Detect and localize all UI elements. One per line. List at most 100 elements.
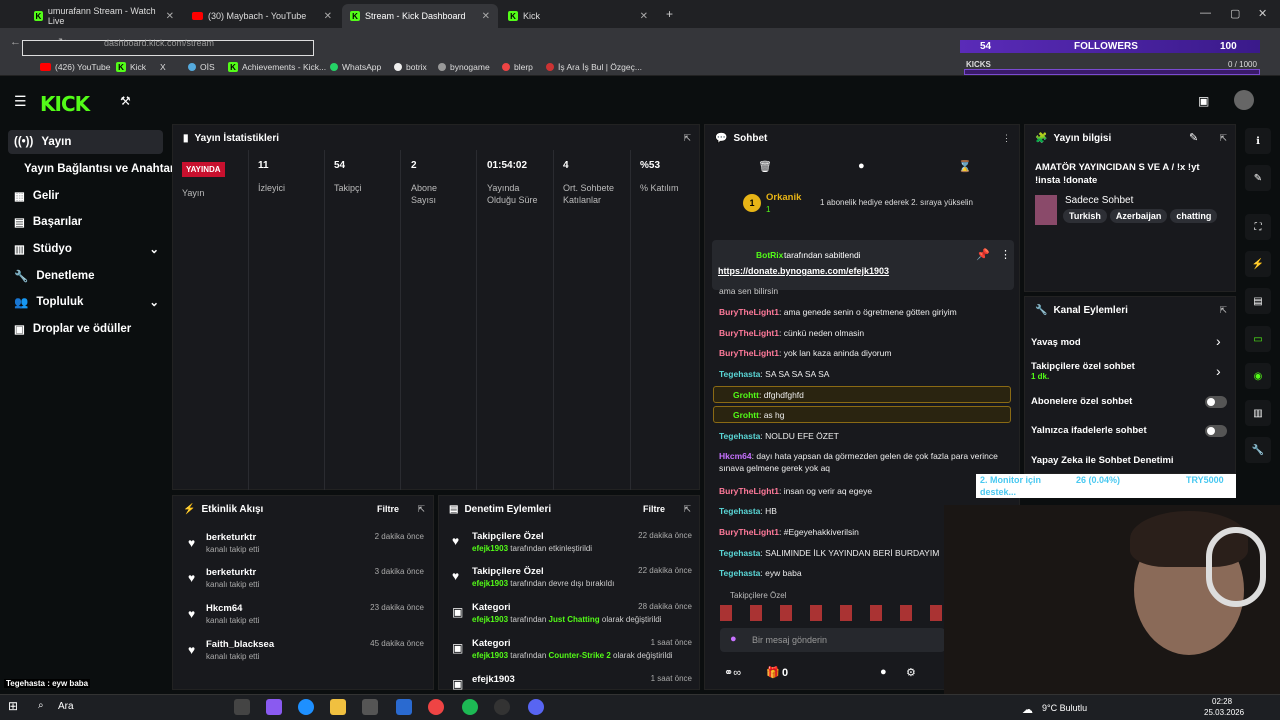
expand-icon[interactable]: ⇱ <box>1219 305 1227 316</box>
list-item: ♥ berketurktr kanalı takip etti 2 dakika ön… <box>188 532 424 554</box>
back-icon[interactable]: ← <box>10 36 21 48</box>
subs-only-toggle[interactable] <box>1205 396 1227 408</box>
close-icon[interactable]: ✕ <box>324 11 332 22</box>
edge-icon[interactable] <box>298 699 314 715</box>
taskbar-search[interactable]: Ara <box>58 701 74 712</box>
emote-bar[interactable] <box>720 605 945 621</box>
sidebar-item-denetleme[interactable]: 🔧 Denetleme <box>8 264 163 288</box>
expand-icon[interactable]: ⇱ <box>683 504 691 515</box>
close-icon[interactable]: ✕ <box>640 11 648 22</box>
ai-moderation-action[interactable]: Yapay Zeka ile Sohbet Denetimi <box>1031 455 1226 466</box>
list-item: ▣ Kategori efejk1903 tarafından Just Chatt… <box>452 602 692 624</box>
browser-tab-active[interactable]: K Stream - Kick Dashboard ✕ <box>342 4 498 28</box>
bookmark[interactable]: X <box>160 62 166 72</box>
bookmark[interactable]: blerp <box>502 62 533 72</box>
infinity-icon[interactable]: ⚭∞ <box>724 666 741 679</box>
stat-uptime: 01:54:02 Yayında Olduğu Süre <box>487 160 538 205</box>
browser-tab[interactable]: K Kick ✕ <box>500 4 656 28</box>
list-icon[interactable]: ▤ <box>1245 288 1271 314</box>
followers-only-action[interactable]: Takipçilere özel sohbet 1 dk. <box>1031 361 1226 381</box>
sidebar-item-basarilar[interactable]: ▤ Başarılar <box>8 210 163 234</box>
filter-button[interactable]: Filtre <box>377 504 399 514</box>
wrench-icon[interactable]: 🔧 <box>1245 437 1271 463</box>
bookmark[interactable]: K Kick <box>116 62 146 72</box>
new-tab-button[interactable]: + <box>666 7 673 21</box>
sidebar-item-topluluk[interactable]: 👥 Topluluk ⌄ <box>8 290 163 314</box>
more-icon[interactable]: ⋮ <box>1002 133 1011 144</box>
gear-icon[interactable]: ⚙ <box>906 666 916 679</box>
kick-logo[interactable]: KICK <box>40 92 90 116</box>
tag[interactable]: chatting <box>1170 209 1218 223</box>
edit-icon[interactable]: ✎ <box>1189 131 1198 144</box>
sidebar-item-yayin[interactable]: ((•)) Yayın <box>8 130 163 154</box>
pin-icon[interactable]: 📌 <box>976 248 990 261</box>
bookmark[interactable]: botrix <box>394 62 427 72</box>
bookmark[interactable]: bynogame <box>438 62 490 72</box>
focus-icon[interactable]: ⛶ <box>1245 214 1271 240</box>
slow-mode-action[interactable]: Yavaş mod <box>1031 337 1226 348</box>
copilot-icon[interactable] <box>266 699 282 715</box>
bookmark[interactable]: K Achievements - Kick... <box>228 62 326 72</box>
chat-icon[interactable]: ▭ <box>1245 326 1271 352</box>
sidebar-item-droplar[interactable]: ▣ Droplar ve ödüller <box>8 317 163 341</box>
donation-goal-overlay: 2. Monitor için 26 (0.04%) TRY5000 deste… <box>976 474 1236 498</box>
gift-icon[interactable]: 🎁 <box>766 666 780 679</box>
avatar[interactable] <box>1234 90 1254 110</box>
emote-only-toggle[interactable] <box>1205 425 1227 437</box>
maximize-button[interactable]: ▢ <box>1230 7 1240 20</box>
sidebar-item-gelir[interactable]: ▦ Gelir <box>8 184 163 208</box>
screen-icon[interactable]: ▣ <box>1198 94 1209 108</box>
more-icon[interactable]: ⋮ <box>1000 248 1011 261</box>
obs-icon[interactable] <box>494 699 510 715</box>
hammer-icon[interactable]: ⚒ <box>120 94 131 108</box>
chrome-icon[interactable] <box>428 699 444 715</box>
close-icon[interactable]: ✕ <box>166 11 174 22</box>
close-icon[interactable]: ✕ <box>482 11 490 22</box>
folder-icon[interactable] <box>330 699 346 715</box>
start-icon[interactable]: ⊞ <box>8 699 18 713</box>
chevron-right-icon[interactable]: › <box>1216 333 1221 349</box>
bookmark[interactable]: (426) YouTube <box>40 62 110 72</box>
trash-icon[interactable]: 🗑 <box>758 160 772 173</box>
filter-button[interactable]: Filtre <box>643 504 665 514</box>
tag[interactable]: Azerbaijan <box>1109 209 1168 223</box>
close-window-button[interactable]: ✕ <box>1258 7 1267 20</box>
info-icon[interactable]: ℹ <box>1245 128 1271 154</box>
discord-icon[interactable] <box>528 699 544 715</box>
stack-icon[interactable]: ▥ <box>1245 400 1271 426</box>
revenue-icon: ▦ <box>14 191 25 203</box>
bolt-icon[interactable]: ⚡ <box>1245 251 1271 277</box>
headphones-shape <box>1206 527 1266 607</box>
sidebar-item-stream-key[interactable]: Yayın Bağlantısı ve Anahtarı <box>18 157 178 181</box>
expand-icon[interactable]: ⇱ <box>417 504 425 515</box>
chat-bubble-icon[interactable]: ● <box>880 666 887 678</box>
url-field[interactable]: dashboard.kick.com/stream <box>104 38 214 48</box>
pinned-link[interactable]: https://donate.bynogame.com/efejk1903 <box>718 266 889 276</box>
chat-bubble-icon[interactable]: ● <box>858 160 865 172</box>
tag[interactable]: Turkish <box>1063 209 1107 223</box>
browser-tab[interactable]: Kumurafann Stream - Watch Live ✕ <box>26 4 182 28</box>
store-icon[interactable] <box>362 699 378 715</box>
search-icon[interactable]: ⌕ <box>38 700 44 711</box>
minimize-button[interactable]: — <box>1200 7 1211 19</box>
broadcast-icon[interactable]: ◉ <box>1245 363 1271 389</box>
youtube-icon <box>192 12 203 20</box>
chat-message: BuryTheLight1: insan og verir aq egeye <box>719 486 873 496</box>
emote-only-action: Yalnızca ifadelerle sohbet <box>1031 425 1147 436</box>
bookmark[interactable]: İş Ara İş Bul | Özgeç... <box>546 62 642 72</box>
expand-icon[interactable]: ⇱ <box>1219 133 1227 144</box>
app-icon[interactable] <box>396 699 412 715</box>
expand-icon[interactable]: ⇱ <box>683 133 691 144</box>
hourglass-icon[interactable]: ⌛ <box>958 160 972 173</box>
chevron-right-icon[interactable]: › <box>1216 363 1221 379</box>
chat-message: BuryTheLight1: #Egeyehakkiverilsin <box>719 527 859 537</box>
spotify-icon[interactable] <box>462 699 478 715</box>
browser-tab[interactable]: (30) Maybach - YouTube ✕ <box>184 4 340 28</box>
chat-input[interactable]: ● Bir mesaj gönderin <box>720 628 945 652</box>
bookmark[interactable]: WhatsApp <box>330 62 381 72</box>
menu-icon[interactable]: ☰ <box>14 93 27 110</box>
bookmark[interactable]: OİS <box>188 62 215 72</box>
sidebar-item-studyo[interactable]: ▥ Stüdyo ⌄ <box>8 237 163 261</box>
taskview-icon[interactable] <box>234 699 250 715</box>
edit-icon[interactable]: ✎ <box>1245 165 1271 191</box>
